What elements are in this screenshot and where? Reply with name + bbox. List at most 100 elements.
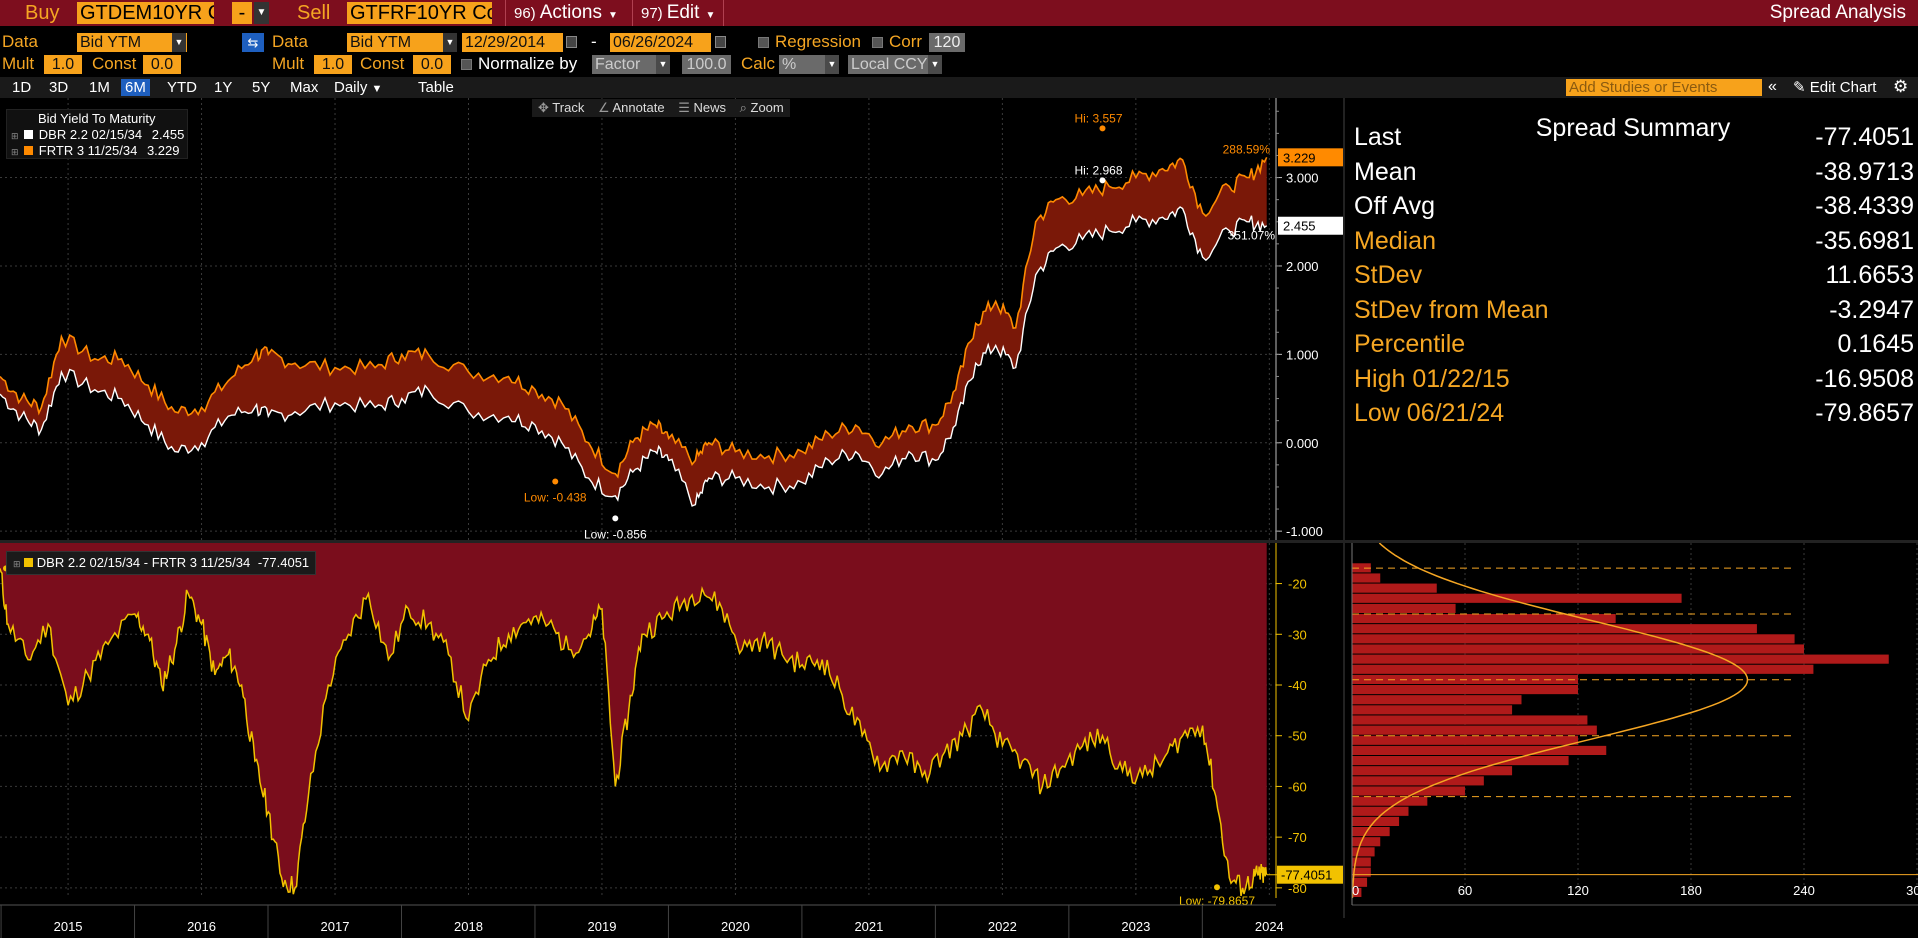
track-button[interactable]: Track xyxy=(552,100,584,115)
mult2-field[interactable]: 1.0 xyxy=(314,55,352,74)
buy-label: Buy xyxy=(25,2,60,24)
start-calendar-icon[interactable] xyxy=(566,36,577,48)
low-label: Low: -0.856 xyxy=(584,527,647,540)
x-tick-label: 240 xyxy=(1793,883,1815,898)
summary-value: -3.2947 xyxy=(1829,295,1914,324)
low-marker xyxy=(552,478,559,485)
normalize-checkbox[interactable] xyxy=(461,59,472,70)
actions-label: Actions xyxy=(539,2,602,23)
data-dropdown-icon[interactable]: ▼ xyxy=(172,33,186,52)
start-date-field[interactable]: 12/29/2014 xyxy=(462,33,563,52)
summary-value: -79.8657 xyxy=(1815,399,1914,427)
x-tick-label: 2021 xyxy=(854,919,883,934)
lower-legend[interactable]: ⊞ DBR 2.2 02/15/34 - FRTR 3 11/25/34 -77… xyxy=(6,551,317,575)
summary-row: Last -77.4051 xyxy=(1354,120,1914,154)
sell-security-field[interactable]: GTFRF10YR Co xyxy=(347,2,492,24)
y-tick-label: -20 xyxy=(1288,577,1307,592)
const-label: Const xyxy=(92,54,137,73)
end-date-field[interactable]: 06/26/2024 xyxy=(610,33,711,52)
calc-dropdown-icon[interactable]: ▼ xyxy=(825,55,839,74)
corr-checkbox[interactable] xyxy=(872,37,883,48)
data2-dropdown-icon[interactable]: ▼ xyxy=(443,33,457,52)
edit-number: 97) xyxy=(641,5,663,22)
actions-menu[interactable]: 96) Actions ▼ xyxy=(514,2,618,24)
chart-tools: ✥ Track ∠ Annotate ☰ News ⌕ Zoom xyxy=(532,99,790,117)
legend-swatch-spread xyxy=(24,558,34,567)
summary-value: -16.9508 xyxy=(1815,364,1914,393)
period-6m[interactable]: 6M xyxy=(121,79,150,96)
spread-summary-panel: Spread Summary Last -77.4051 Mean -38.9713 O… xyxy=(1343,100,1918,540)
histogram-bar xyxy=(1352,847,1375,857)
data-label: Data xyxy=(2,32,38,51)
histogram-bar xyxy=(1352,827,1390,837)
normalize-dropdown-icon[interactable]: ▼ xyxy=(656,55,670,74)
regression-checkbox[interactable] xyxy=(758,37,769,48)
studies-input[interactable]: Add Studies or Events xyxy=(1566,79,1762,96)
expand-icon: ⊞ xyxy=(13,559,21,569)
collapse-icon[interactable]: « xyxy=(1768,78,1777,96)
const-field[interactable]: 0.0 xyxy=(143,55,181,74)
pencil-icon: ✎ xyxy=(1793,79,1806,96)
frequency-dropdown[interactable]: Daily ▼ xyxy=(330,79,386,96)
period-1d[interactable]: 1D xyxy=(8,79,35,96)
y-tick-label: -50 xyxy=(1288,729,1307,744)
low-label: Low: -0.438 xyxy=(524,490,587,504)
data2-field[interactable]: Bid YTM xyxy=(347,33,457,52)
annotate-button[interactable]: Annotate xyxy=(613,100,665,115)
period-ytd[interactable]: YTD xyxy=(163,79,201,96)
normalize-amount-field[interactable]: 100.0 xyxy=(682,55,731,74)
track-icon: ✥ xyxy=(538,100,549,115)
data-field[interactable]: Bid YTM xyxy=(77,33,187,52)
gear-icon[interactable]: ⚙ xyxy=(1893,77,1908,97)
const2-field[interactable]: 0.0 xyxy=(413,55,451,74)
pct-label-dbr: 351.07% xyxy=(1228,229,1276,243)
histogram-bar xyxy=(1352,614,1616,624)
mult-field[interactable]: 1.0 xyxy=(44,55,82,74)
separator xyxy=(505,0,506,26)
legend-last-spread: -77.4051 xyxy=(257,555,310,570)
x-tick-label: 2016 xyxy=(187,919,216,934)
spread-chart: -20-30-40-50-60-70-80 -77.4051Low: -79.8… xyxy=(0,543,1343,938)
corr-field[interactable]: 120 xyxy=(929,33,965,52)
upper-legend: Bid Yield To Maturity ⊞ DBR 2.2 02/15/34… xyxy=(6,109,188,159)
lower-y-axis: -20-30-40-50-60-70-80 xyxy=(1275,543,1307,898)
end-calendar-icon[interactable] xyxy=(715,36,726,48)
summary-value: -35.6981 xyxy=(1815,226,1914,255)
legend-name-dbr: DBR 2.2 02/15/34 xyxy=(38,127,143,142)
news-icon: ☰ xyxy=(678,100,690,115)
x-tick-label: 0 xyxy=(1352,883,1359,898)
legend-item-dbr[interactable]: ⊞ DBR 2.2 02/15/34 2.455 xyxy=(11,127,184,142)
period-1m[interactable]: 1M xyxy=(85,79,114,96)
ccy-dropdown-icon[interactable]: ▼ xyxy=(928,55,942,74)
legend-item-frtr[interactable]: ⊞ FRTR 3 11/25/34 3.229 xyxy=(11,143,179,158)
histogram-bar xyxy=(1352,715,1588,725)
period-5y[interactable]: 5Y xyxy=(248,79,274,96)
period-max[interactable]: Max xyxy=(286,79,322,96)
edit-chart-button[interactable]: ✎ Edit Chart xyxy=(1793,79,1876,96)
histogram-bar xyxy=(1352,776,1484,786)
separator xyxy=(723,0,724,26)
summary-row: Median -35.6981 xyxy=(1354,224,1914,258)
histogram-bar xyxy=(1352,756,1569,766)
legend-name-frtr: FRTR 3 11/25/34 xyxy=(38,143,138,158)
period-1y[interactable]: 1Y xyxy=(210,79,236,96)
period-bar: 1D 3D 1M 6M YTD 1Y 5Y Max Daily ▼ Table … xyxy=(0,77,1918,98)
buy-security-field[interactable]: GTDEM10YR Co xyxy=(77,2,214,24)
operator-dropdown-icon[interactable]: ▼ xyxy=(254,2,269,24)
table-button[interactable]: Table xyxy=(414,79,458,96)
normalize-label: Normalize by xyxy=(478,54,578,73)
x-tick-label: 2015 xyxy=(54,919,83,934)
histogram-bar xyxy=(1352,837,1381,847)
summary-value: -77.4051 xyxy=(1815,123,1914,151)
low-marker xyxy=(1214,884,1220,891)
news-button[interactable]: News xyxy=(693,100,726,115)
operator-field[interactable]: - xyxy=(232,2,252,24)
swap-icon[interactable]: ⇆ xyxy=(242,33,264,52)
studies-placeholder: Add Studies or Events xyxy=(1569,79,1718,96)
edit-menu[interactable]: 97) Edit ▼ xyxy=(641,2,715,24)
zoom-button[interactable]: Zoom xyxy=(751,100,784,115)
x-tick-label: 60 xyxy=(1458,883,1472,898)
summary-row: Percentile 0.1645 xyxy=(1354,327,1914,361)
period-3d[interactable]: 3D xyxy=(45,79,72,96)
hi-marker xyxy=(1099,177,1106,184)
